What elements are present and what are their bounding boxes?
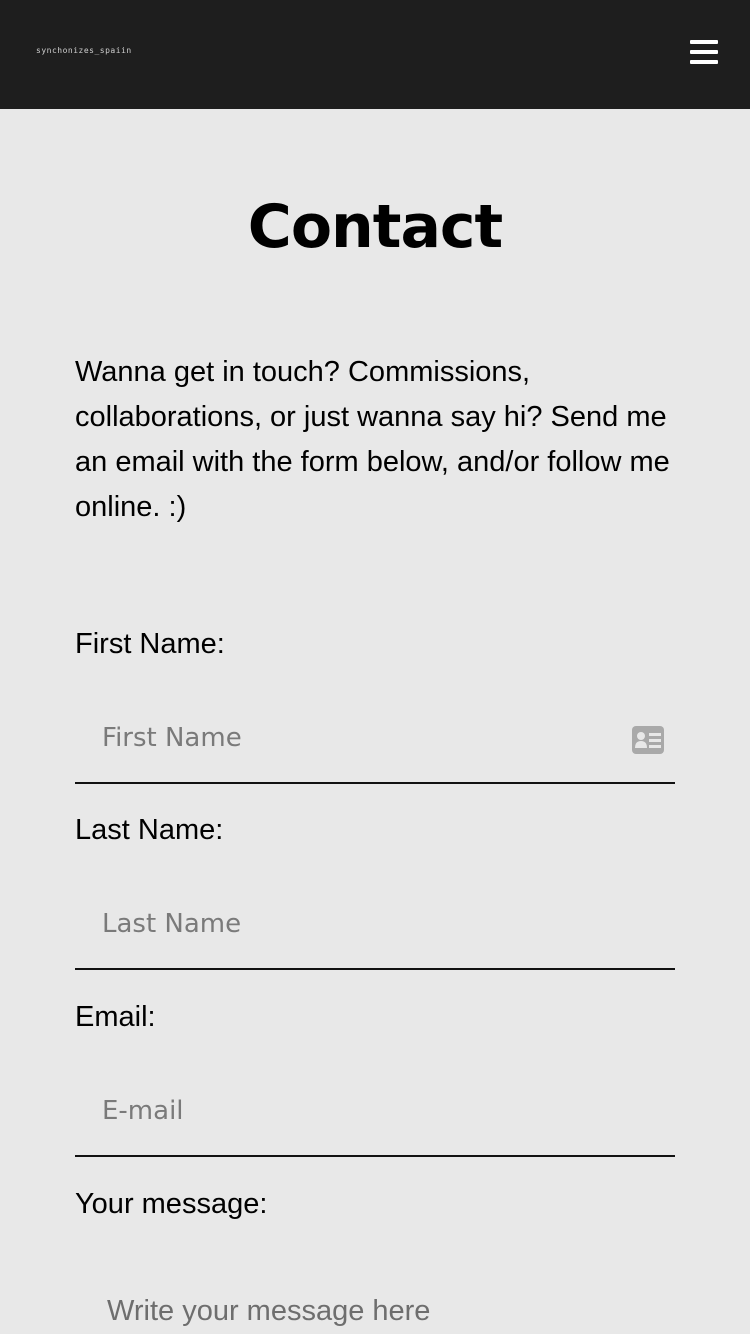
first-name-field-wrapper	[75, 694, 675, 784]
site-logo[interactable]: synchonizes_spaiin	[36, 46, 132, 55]
email-field-wrapper	[75, 1067, 675, 1157]
menu-bar-line	[690, 40, 718, 44]
last-name-field-wrapper	[75, 880, 675, 970]
menu-bar-line	[690, 50, 718, 54]
top-navigation-bar: synchonizes_spaiin	[0, 0, 750, 109]
first-name-input[interactable]	[75, 694, 675, 782]
last-name-label: Last Name:	[75, 814, 224, 846]
email-input[interactable]	[75, 1067, 675, 1155]
contact-card-icon	[632, 726, 664, 754]
message-label: Your message:	[75, 1188, 268, 1220]
intro-text: Wanna get in touch? Commissions, collabo…	[75, 356, 670, 523]
last-name-input[interactable]	[75, 880, 675, 968]
page-title: Contact	[247, 192, 503, 262]
message-textarea[interactable]: Write your message here	[107, 1295, 430, 1328]
first-name-label: First Name:	[75, 628, 225, 660]
hamburger-menu-icon[interactable]	[688, 37, 720, 67]
menu-bar-line	[690, 60, 718, 64]
email-label: Email:	[75, 1001, 156, 1033]
